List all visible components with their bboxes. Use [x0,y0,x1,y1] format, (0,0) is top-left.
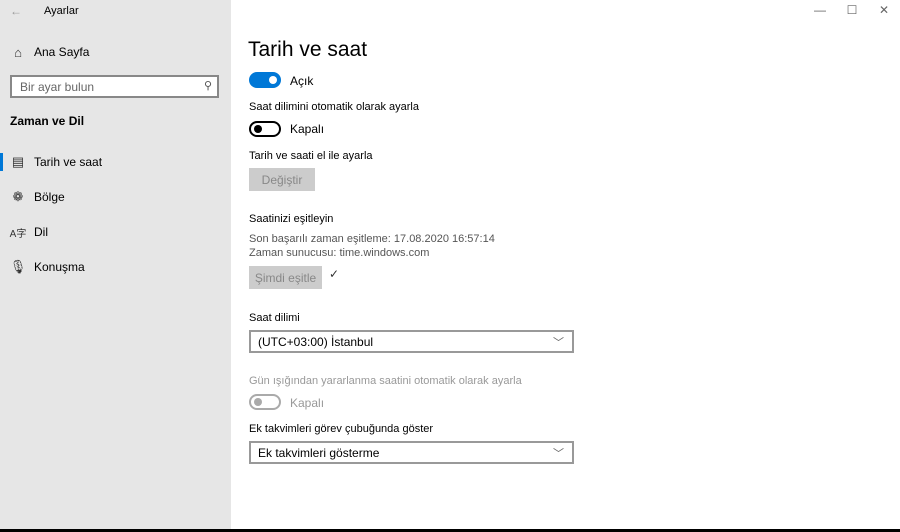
sidebar-item-speech[interactable]: 🎙︎ Konuşma [0,252,231,282]
sidebar-item-region[interactable]: ❁ Bölge [0,182,231,212]
time-server-text: Zaman sunucusu: time.windows.com [249,247,430,259]
change-button[interactable]: Değiştir [249,168,315,191]
auto-timezone-label: Saat dilimini otomatik olarak ayarla [249,101,419,113]
nav-label: Konuşma [34,260,85,274]
calendar-clock-icon: ▤ [11,154,25,169]
close-button[interactable]: ✕ [874,3,894,17]
sync-now-button[interactable]: Şimdi eşitle [249,266,322,289]
nav-label: Bölge [34,190,65,204]
globe-icon: ❁ [12,189,24,204]
language-icon: A字 [9,228,27,240]
search-placeholder: Bir ayar bulun [20,79,95,94]
auto-timezone-state: Kapalı [290,122,325,136]
maximize-button[interactable]: ☐ [842,3,862,17]
section-heading: Zaman ve Dil [10,114,85,128]
search-input[interactable]: Bir ayar bulun ⚲ [10,75,219,98]
home-label: Ana Sayfa [34,45,90,59]
calendar-value: Ek takvimleri gösterme [258,445,380,460]
timezone-select[interactable]: (UTC+03:00) İstanbul ﹀ [249,330,574,353]
nav-label: Tarih ve saat [34,155,103,169]
page-title: Tarih ve saat [248,38,368,61]
chevron-down-icon: ﹀ [553,448,564,460]
timezone-label: Saat dilimi [249,312,300,324]
dst-toggle[interactable] [249,394,281,410]
sidebar-item-date-time[interactable]: ▤ Tarih ve saat [0,147,231,177]
search-icon: ⚲ [203,80,212,92]
auto-timezone-toggle[interactable] [249,121,281,137]
sidebar: ← Ayarlar ⌂ Ana Sayfa Bir ayar bulun ⚲ Z… [0,0,231,529]
back-button[interactable]: ← [10,4,22,18]
window-title: Ayarlar [44,5,79,17]
sidebar-item-language[interactable]: A字 Dil [0,217,231,247]
home-icon: ⌂ [14,44,22,60]
nav-label: Dil [34,225,48,239]
microphone-icon: 🎙︎ [9,259,27,274]
sidebar-item-home[interactable]: ⌂ Ana Sayfa [0,37,231,67]
last-sync-text: Son başarılı zaman eşitleme: 17.08.2020 … [249,233,495,245]
check-icon: ✓ [329,267,340,281]
timezone-value: (UTC+03:00) İstanbul [258,334,374,349]
dst-state: Kapalı [290,396,325,410]
auto-time-state: Açık [290,74,314,88]
settings-window: ← Ayarlar ⌂ Ana Sayfa Bir ayar bulun ⚲ Z… [0,0,900,529]
calendar-label: Ek takvimleri görev çubuğunda göster [249,423,434,435]
calendar-select[interactable]: Ek takvimleri gösterme ﹀ [249,441,574,464]
auto-time-toggle[interactable] [249,72,281,88]
sync-heading: Saatinizi eşitleyin [249,213,334,225]
chevron-down-icon: ﹀ [553,337,564,349]
dst-label: Gün ışığından yararlanma saatini otomati… [249,375,522,387]
minimize-button[interactable]: — [810,3,830,17]
manual-time-label: Tarih ve saati el ile ayarla [249,150,373,162]
